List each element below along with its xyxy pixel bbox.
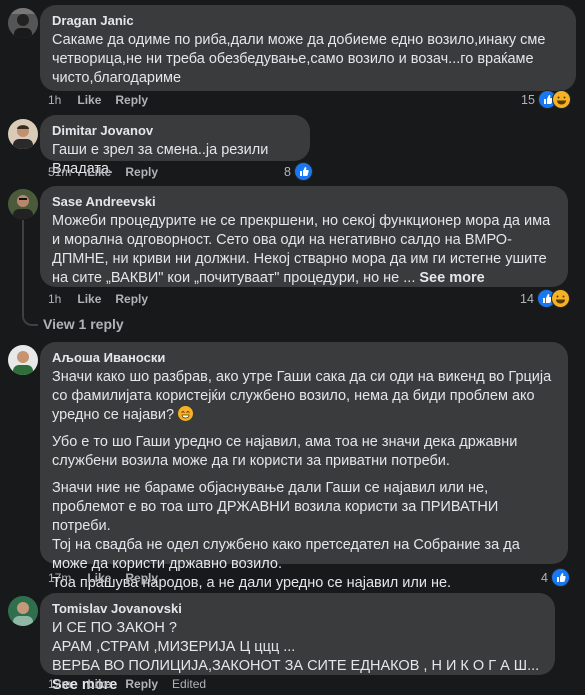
reaction-count: 4 <box>541 570 548 585</box>
comment-actions: 51m Like Reply <box>48 164 172 180</box>
view-replies-link[interactable]: View 1 reply <box>43 316 124 332</box>
comment-author[interactable]: Tomislav Jovanovski <box>52 601 543 617</box>
reaction-summary[interactable]: 15 <box>521 90 571 109</box>
comment-bubble: Аљоша Иваноски Значи како шо разбрав, ак… <box>40 342 568 591</box>
like-button[interactable]: Like <box>77 292 101 306</box>
edited-label: Edited <box>172 677 207 691</box>
reply-button[interactable]: Reply <box>125 165 158 179</box>
paragraph-text: Значи како шо разбрав, ако утре Гаши сак… <box>52 369 552 423</box>
comment-time[interactable]: 51m <box>48 165 71 179</box>
reaction-summary[interactable]: 14 <box>520 289 570 308</box>
reaction-count: 15 <box>521 92 535 107</box>
reaction-summary[interactable]: 8 <box>284 162 313 181</box>
comment-actions: 12m Like Reply Edited <box>48 676 206 692</box>
reaction-summary[interactable]: 4 <box>541 568 570 587</box>
avatar[interactable] <box>8 8 38 38</box>
comment-paragraph: Значи како шо разбрав, ако утре Гаши сак… <box>52 368 556 425</box>
grin-emoji-icon <box>178 406 194 421</box>
comment-text: Можеби процедурите не се прекршени, но с… <box>52 212 556 288</box>
comment-bubble: Dimitar Jovanov Гаши е зрел за смена..ја… <box>40 115 310 177</box>
reaction-count: 8 <box>284 164 291 179</box>
reply-button[interactable]: Reply <box>125 571 158 585</box>
reply-button[interactable]: Reply <box>115 292 148 306</box>
comment-actions: 1h Like Reply <box>48 291 162 307</box>
comment-author[interactable]: Sase Andreevski <box>52 194 556 210</box>
see-more-link[interactable]: See more <box>419 270 484 286</box>
avatar[interactable] <box>8 345 38 375</box>
like-button[interactable]: Like <box>87 677 111 691</box>
like-icon <box>550 568 570 587</box>
comment-paragraph: Убо е то шо Гаши уредно се најавил, ама … <box>52 434 518 469</box>
avatar[interactable] <box>8 189 38 219</box>
comment-time[interactable]: 1h <box>48 292 61 306</box>
comment-bubble: Sase Andreevski Можеби процедурите не се… <box>40 186 568 287</box>
avatar[interactable] <box>8 596 38 626</box>
comment-text: Сакаме да одиме по риба,дали може да доб… <box>52 32 546 86</box>
comment-actions: 17m Like Reply <box>48 570 172 586</box>
like-button[interactable]: Like <box>77 93 101 107</box>
comment-author[interactable]: Dragan Janic <box>52 13 564 29</box>
avatar[interactable] <box>8 119 38 149</box>
like-icon <box>293 162 313 181</box>
comment-author[interactable]: Dimitar Jovanov <box>52 123 298 139</box>
haha-icon <box>550 289 570 308</box>
comment-author[interactable]: Аљоша Иваноски <box>52 350 556 366</box>
like-button[interactable]: Like <box>87 571 111 585</box>
thread-line <box>22 220 38 326</box>
comment-text: Значи како шо разбрав, ако утре Гаши сак… <box>52 368 556 593</box>
comment-bubble: Dragan Janic Сакаме да одиме по риба,дал… <box>40 5 576 91</box>
comment-time[interactable]: 12m <box>48 677 71 691</box>
comment-text-body: И СЕ ПО ЗАКОН ? АРАМ ,СТРАМ ,МИЗЕРИЈА Ц … <box>52 620 540 674</box>
like-button[interactable]: Like <box>87 165 111 179</box>
comment-time[interactable]: 17m <box>48 571 71 585</box>
comment-actions: 1h Like Reply <box>48 92 162 108</box>
reply-button[interactable]: Reply <box>115 93 148 107</box>
comment-bubble: Tomislav Jovanovski И СЕ ПО ЗАКОН ? АРАМ… <box>40 593 555 693</box>
haha-icon <box>551 90 571 109</box>
comment-time[interactable]: 1h <box>48 93 61 107</box>
reaction-count: 14 <box>520 291 534 306</box>
reply-button[interactable]: Reply <box>125 677 158 691</box>
